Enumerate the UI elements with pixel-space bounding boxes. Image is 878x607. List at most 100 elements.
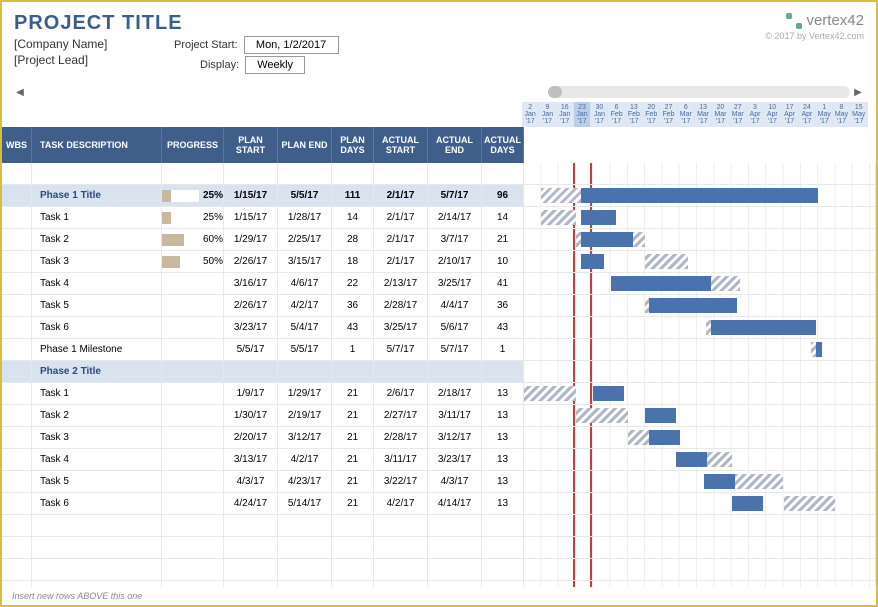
- actual-end-cell[interactable]: 3/11/17: [428, 405, 482, 426]
- scroll-left-icon[interactable]: ◀: [14, 86, 26, 98]
- plan-end-cell[interactable]: [278, 559, 332, 580]
- task-row[interactable]: Task 21/30/172/19/17212/27/173/11/1713: [2, 405, 876, 427]
- actual-days-cell[interactable]: 36: [482, 295, 524, 316]
- plan-days-cell[interactable]: [332, 515, 374, 536]
- actual-end-cell[interactable]: 5/6/17: [428, 317, 482, 338]
- plan-start-cell[interactable]: [224, 559, 278, 580]
- wbs-cell[interactable]: [2, 185, 32, 206]
- project-start-input[interactable]: Mon, 1/2/2017: [244, 36, 339, 54]
- desc-cell[interactable]: Task 2: [32, 405, 162, 426]
- actual-start-cell[interactable]: 2/1/17: [374, 207, 428, 228]
- actual-start-cell[interactable]: 3/25/17: [374, 317, 428, 338]
- desc-cell[interactable]: Phase 1 Milestone: [32, 339, 162, 360]
- col-actual-end[interactable]: ACTUAL END: [428, 127, 482, 163]
- col-prog[interactable]: PROGRESS: [162, 127, 224, 163]
- plan-end-cell[interactable]: 4/23/17: [278, 471, 332, 492]
- plan-days-cell[interactable]: 1: [332, 339, 374, 360]
- empty-row[interactable]: [2, 537, 876, 559]
- plan-days-cell[interactable]: [332, 361, 374, 382]
- actual-end-cell[interactable]: [428, 163, 482, 184]
- prog-cell[interactable]: [162, 361, 224, 382]
- col-plan-start[interactable]: PLAN START: [224, 127, 278, 163]
- actual-end-cell[interactable]: 3/12/17: [428, 427, 482, 448]
- desc-cell[interactable]: Phase 2 Title: [32, 361, 162, 382]
- actual-start-cell[interactable]: 2/1/17: [374, 251, 428, 272]
- wbs-cell[interactable]: [2, 383, 32, 404]
- actual-start-cell[interactable]: 2/6/17: [374, 383, 428, 404]
- col-plan-days[interactable]: PLAN DAYS: [332, 127, 374, 163]
- plan-days-cell[interactable]: 28: [332, 229, 374, 250]
- actual-days-cell[interactable]: 41: [482, 273, 524, 294]
- wbs-cell[interactable]: [2, 427, 32, 448]
- actual-start-cell[interactable]: [374, 559, 428, 580]
- display-input[interactable]: Weekly: [245, 56, 305, 74]
- plan-end-cell[interactable]: 2/25/17: [278, 229, 332, 250]
- plan-days-cell[interactable]: 21: [332, 427, 374, 448]
- plan-days-cell[interactable]: 36: [332, 295, 374, 316]
- actual-days-cell[interactable]: [482, 559, 524, 580]
- prog-cell[interactable]: [162, 383, 224, 404]
- plan-end-cell[interactable]: 5/5/17: [278, 185, 332, 206]
- wbs-cell[interactable]: [2, 229, 32, 250]
- actual-start-cell[interactable]: 2/28/17: [374, 295, 428, 316]
- col-plan-end[interactable]: PLAN END: [278, 127, 332, 163]
- actual-start-cell[interactable]: [374, 537, 428, 558]
- prog-cell[interactable]: [162, 449, 224, 470]
- phase-row[interactable]: Phase 2 Title: [2, 361, 876, 383]
- actual-days-cell[interactable]: [482, 537, 524, 558]
- plan-days-cell[interactable]: 21: [332, 493, 374, 514]
- actual-days-cell[interactable]: 1: [482, 339, 524, 360]
- prog-cell[interactable]: [162, 493, 224, 514]
- plan-end-cell[interactable]: 3/12/17: [278, 427, 332, 448]
- wbs-cell[interactable]: [2, 339, 32, 360]
- wbs-cell[interactable]: [2, 449, 32, 470]
- task-row[interactable]: Task 125%1/15/171/28/17142/1/172/14/1714: [2, 207, 876, 229]
- actual-days-cell[interactable]: [482, 515, 524, 536]
- plan-end-cell[interactable]: 4/6/17: [278, 273, 332, 294]
- empty-row[interactable]: [2, 163, 876, 185]
- plan-days-cell[interactable]: 21: [332, 405, 374, 426]
- desc-cell[interactable]: Task 6: [32, 493, 162, 514]
- actual-end-cell[interactable]: 3/23/17: [428, 449, 482, 470]
- desc-cell[interactable]: Phase 1 Title: [32, 185, 162, 206]
- plan-start-cell[interactable]: 1/15/17: [224, 207, 278, 228]
- actual-end-cell[interactable]: 5/7/17: [428, 185, 482, 206]
- desc-cell[interactable]: Task 3: [32, 251, 162, 272]
- wbs-cell[interactable]: [2, 317, 32, 338]
- actual-days-cell[interactable]: 13: [482, 449, 524, 470]
- col-actual-days[interactable]: ACTUAL DAYS: [482, 127, 524, 163]
- actual-end-cell[interactable]: [428, 537, 482, 558]
- wbs-cell[interactable]: [2, 493, 32, 514]
- actual-days-cell[interactable]: 13: [482, 427, 524, 448]
- plan-start-cell[interactable]: 2/26/17: [224, 251, 278, 272]
- desc-cell[interactable]: Task 3: [32, 427, 162, 448]
- plan-end-cell[interactable]: 4/2/17: [278, 295, 332, 316]
- actual-days-cell[interactable]: 10: [482, 251, 524, 272]
- wbs-cell[interactable]: [2, 273, 32, 294]
- plan-days-cell[interactable]: 111: [332, 185, 374, 206]
- plan-start-cell[interactable]: 2/20/17: [224, 427, 278, 448]
- plan-start-cell[interactable]: 1/30/17: [224, 405, 278, 426]
- desc-cell[interactable]: Task 1: [32, 207, 162, 228]
- actual-start-cell[interactable]: [374, 515, 428, 536]
- wbs-cell[interactable]: [2, 515, 32, 536]
- col-wbs[interactable]: WBS: [2, 127, 32, 163]
- actual-end-cell[interactable]: [428, 361, 482, 382]
- actual-start-cell[interactable]: 3/22/17: [374, 471, 428, 492]
- actual-end-cell[interactable]: 2/14/17: [428, 207, 482, 228]
- prog-cell[interactable]: [162, 317, 224, 338]
- actual-end-cell[interactable]: 5/7/17: [428, 339, 482, 360]
- plan-days-cell[interactable]: 21: [332, 471, 374, 492]
- plan-start-cell[interactable]: 5/5/17: [224, 339, 278, 360]
- plan-end-cell[interactable]: 5/4/17: [278, 317, 332, 338]
- plan-start-cell[interactable]: 3/13/17: [224, 449, 278, 470]
- desc-cell[interactable]: [32, 515, 162, 536]
- task-row[interactable]: Task 52/26/174/2/17362/28/174/4/1736: [2, 295, 876, 317]
- task-row[interactable]: Task 260%1/29/172/25/17282/1/173/7/1721: [2, 229, 876, 251]
- wbs-cell[interactable]: [2, 537, 32, 558]
- plan-start-cell[interactable]: [224, 361, 278, 382]
- actual-end-cell[interactable]: 2/18/17: [428, 383, 482, 404]
- task-row[interactable]: Task 63/23/175/4/17433/25/175/6/1743: [2, 317, 876, 339]
- task-row[interactable]: Task 350%2/26/173/15/17182/1/172/10/1710: [2, 251, 876, 273]
- desc-cell[interactable]: Task 5: [32, 295, 162, 316]
